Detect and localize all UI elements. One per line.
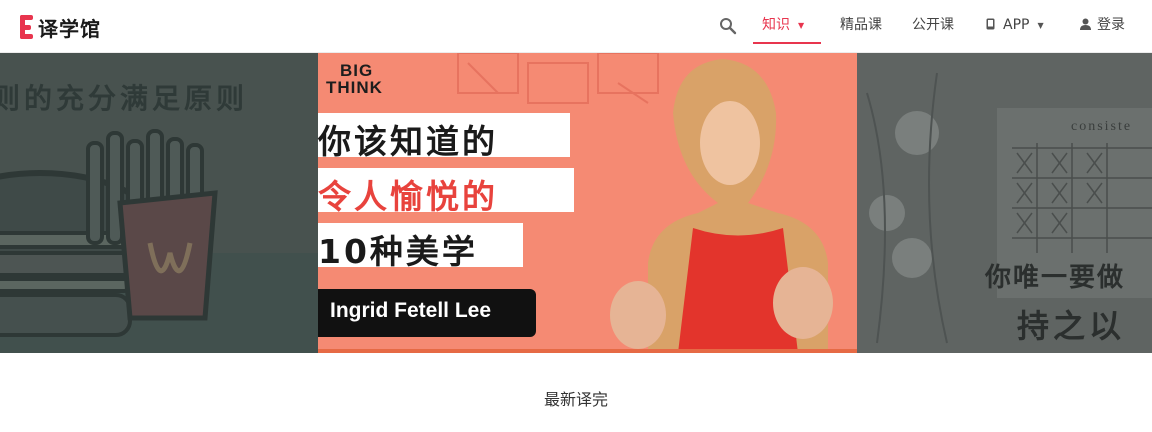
chevron-down-icon: ▼ (798, 21, 805, 30)
site-logo[interactable]: 译学馆 (20, 14, 101, 41)
nav-premium-courses[interactable]: 精品课 (840, 0, 882, 45)
slide-next-title-line-2: 持之以 (1017, 307, 1126, 345)
nav-app[interactable]: APP ▼ (986, 0, 1044, 45)
slide-title-line-2: 令人愉悦的 (318, 177, 498, 216)
section-title-latest: 最新译完 (543, 390, 608, 409)
brand-line-2: THINK (326, 78, 383, 97)
carousel-slide-active[interactable]: BIG THINK 你该知道的 令人愉悦的 10种美学 Ingrid Fetel… (318, 53, 857, 353)
top-header: 译学馆 知识 ▼ 精品课 公开课 APP ▼ 登录 (0, 0, 1152, 53)
active-tab-underline (753, 42, 821, 44)
title-strip-2: 令人愉悦的 (318, 168, 574, 216)
nav-open-courses[interactable]: 公开课 (912, 0, 954, 45)
carousel-slide-next[interactable]: consiste 你唯一要做 持之以 (857, 53, 1152, 353)
slide-title-line-1: 你该知道的 (318, 122, 498, 161)
banner-carousel[interactable]: 则的充分满足原则 BIG THINK 你该知道的 令人愉悦的 10种美学 Ing… (0, 53, 1152, 353)
nav-premium-courses-label: 精品课 (840, 17, 882, 33)
search-icon[interactable] (719, 17, 737, 35)
slide-next-word: consiste (1071, 119, 1133, 134)
title-strip-1: 你该知道的 (318, 113, 570, 161)
big-think-logo: BIG THINK (326, 62, 406, 100)
brand-line-1: BIG (340, 61, 374, 80)
carousel-slide-prev[interactable]: 则的充分满足原则 (0, 53, 318, 353)
speaker-name: Ingrid Fetell Lee (330, 299, 492, 322)
slide-title-line-3: 10种美学 (318, 232, 478, 271)
nav-knowledge[interactable]: 知识 ▼ (762, 0, 804, 45)
nav-login-label: 登录 (1097, 17, 1125, 33)
user-icon (1080, 18, 1091, 30)
nav-login[interactable]: 登录 (1080, 0, 1125, 45)
logo-text: 译学馆 (38, 16, 101, 41)
burger-fries-illustration (0, 129, 318, 353)
nav-app-label: APP (1003, 17, 1030, 33)
phone-icon (986, 18, 995, 30)
nav-knowledge-label: 知识 (762, 17, 790, 33)
slide-next-title-line-1: 你唯一要做 (985, 263, 1126, 293)
logo-mark-icon (20, 15, 34, 39)
nav-open-courses-label: 公开课 (912, 17, 954, 33)
slide-bottom-bar (318, 349, 857, 353)
title-strip-3: 10种美学 (318, 223, 523, 271)
chevron-down-icon: ▼ (1037, 21, 1044, 30)
speaker-name-box: Ingrid Fetell Lee (318, 289, 536, 337)
